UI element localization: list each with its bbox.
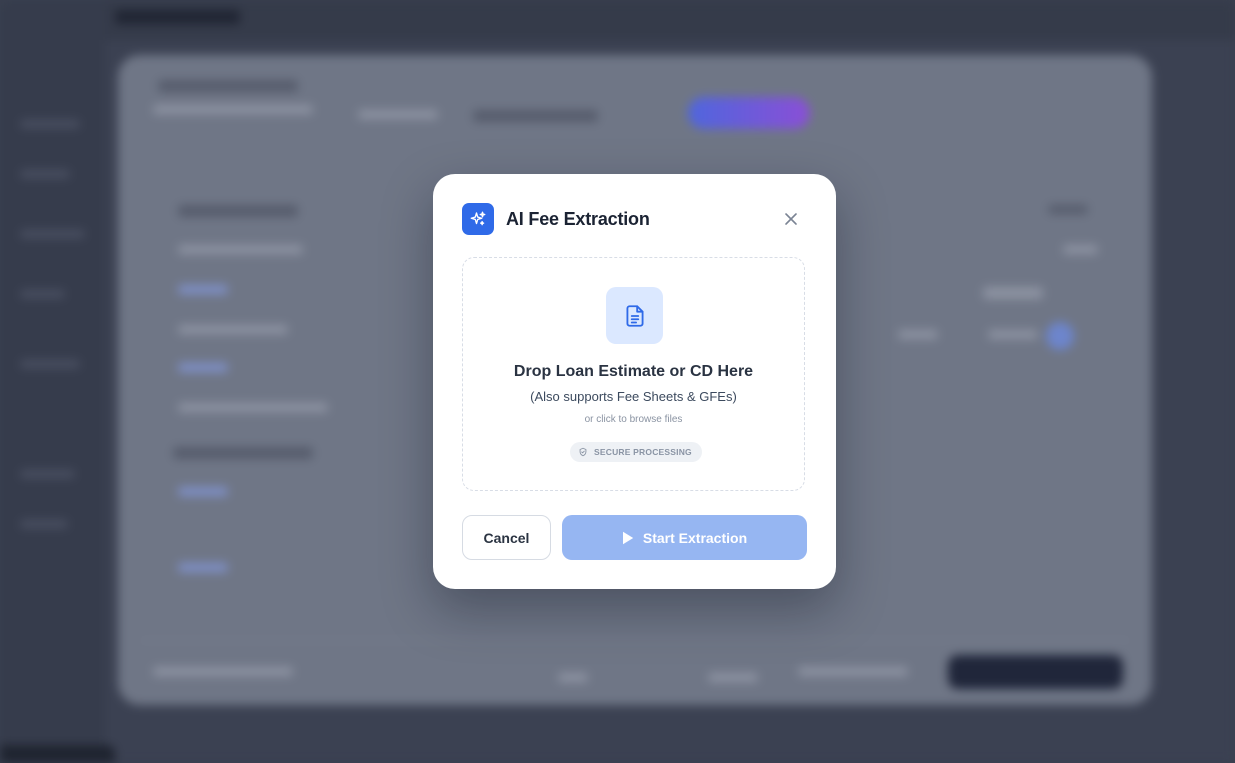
background-sidebar — [0, 0, 105, 763]
cancel-button[interactable]: Cancel — [462, 515, 551, 560]
background-panel-line — [708, 673, 758, 682]
background-panel-line — [153, 105, 313, 114]
background-dark-button — [948, 655, 1123, 689]
background-panel-line — [178, 403, 328, 412]
ai-fee-extraction-dialog: AI Fee Extraction Drop Loan Estimate or … — [433, 174, 836, 589]
background-panel-line — [358, 110, 438, 119]
background-sidebar-line — [20, 470, 75, 478]
start-extraction-label: Start Extraction — [642, 529, 748, 546]
background-panel-line — [178, 285, 228, 294]
background-panel-line — [178, 325, 288, 334]
background-panel-line — [898, 330, 938, 339]
background-topbar — [105, 0, 1235, 40]
background-panel-line — [983, 287, 1043, 299]
background-sidebar-line — [20, 290, 65, 298]
file-dropzone[interactable]: Drop Loan Estimate or CD Here (Also supp… — [462, 257, 805, 491]
background-topbar-title — [115, 10, 240, 24]
background-panel-line — [178, 245, 303, 254]
secure-processing-badge: SECURE PROCESSING — [570, 442, 702, 462]
secure-processing-label: SECURE PROCESSING — [594, 447, 692, 457]
background-panel-line — [473, 110, 598, 122]
background-sidebar-line — [20, 170, 70, 178]
sparkles-icon — [462, 203, 494, 235]
dropzone-title: Drop Loan Estimate or CD Here — [513, 363, 754, 380]
background-panel-line — [173, 447, 313, 459]
background-panel-line — [798, 667, 908, 676]
background-panel-line — [558, 673, 588, 682]
background-panel-line — [988, 330, 1038, 339]
play-icon — [622, 531, 634, 544]
background-sidebar-line — [20, 360, 80, 368]
background-panel-line — [178, 363, 228, 372]
dialog-title: AI Fee Extraction — [506, 209, 650, 229]
background-panel-line — [1048, 205, 1088, 214]
background-sidebar-line — [20, 120, 80, 128]
shield-icon — [579, 447, 587, 457]
background-panel-line — [178, 563, 228, 572]
background-panel-line — [178, 205, 298, 217]
start-extraction-button[interactable]: Start Extraction — [562, 515, 807, 560]
background-panel-line — [158, 80, 298, 92]
close-icon[interactable] — [780, 208, 802, 230]
background-sidebar-line — [20, 230, 85, 238]
background-sidebar-line — [20, 520, 68, 528]
document-icon — [606, 287, 663, 344]
dropzone-subtitle: (Also supports Fee Sheets & GFEs) — [530, 389, 737, 404]
background-sidebar-footer — [0, 745, 115, 763]
browse-files-hint: or click to browse files — [584, 414, 683, 425]
background-circle — [1046, 322, 1074, 350]
background-panel-line — [178, 487, 228, 496]
background-panel-line — [153, 667, 293, 676]
background-gradient-pill — [688, 97, 810, 129]
background-panel-line — [1063, 245, 1098, 254]
background-divider — [140, 640, 1130, 641]
